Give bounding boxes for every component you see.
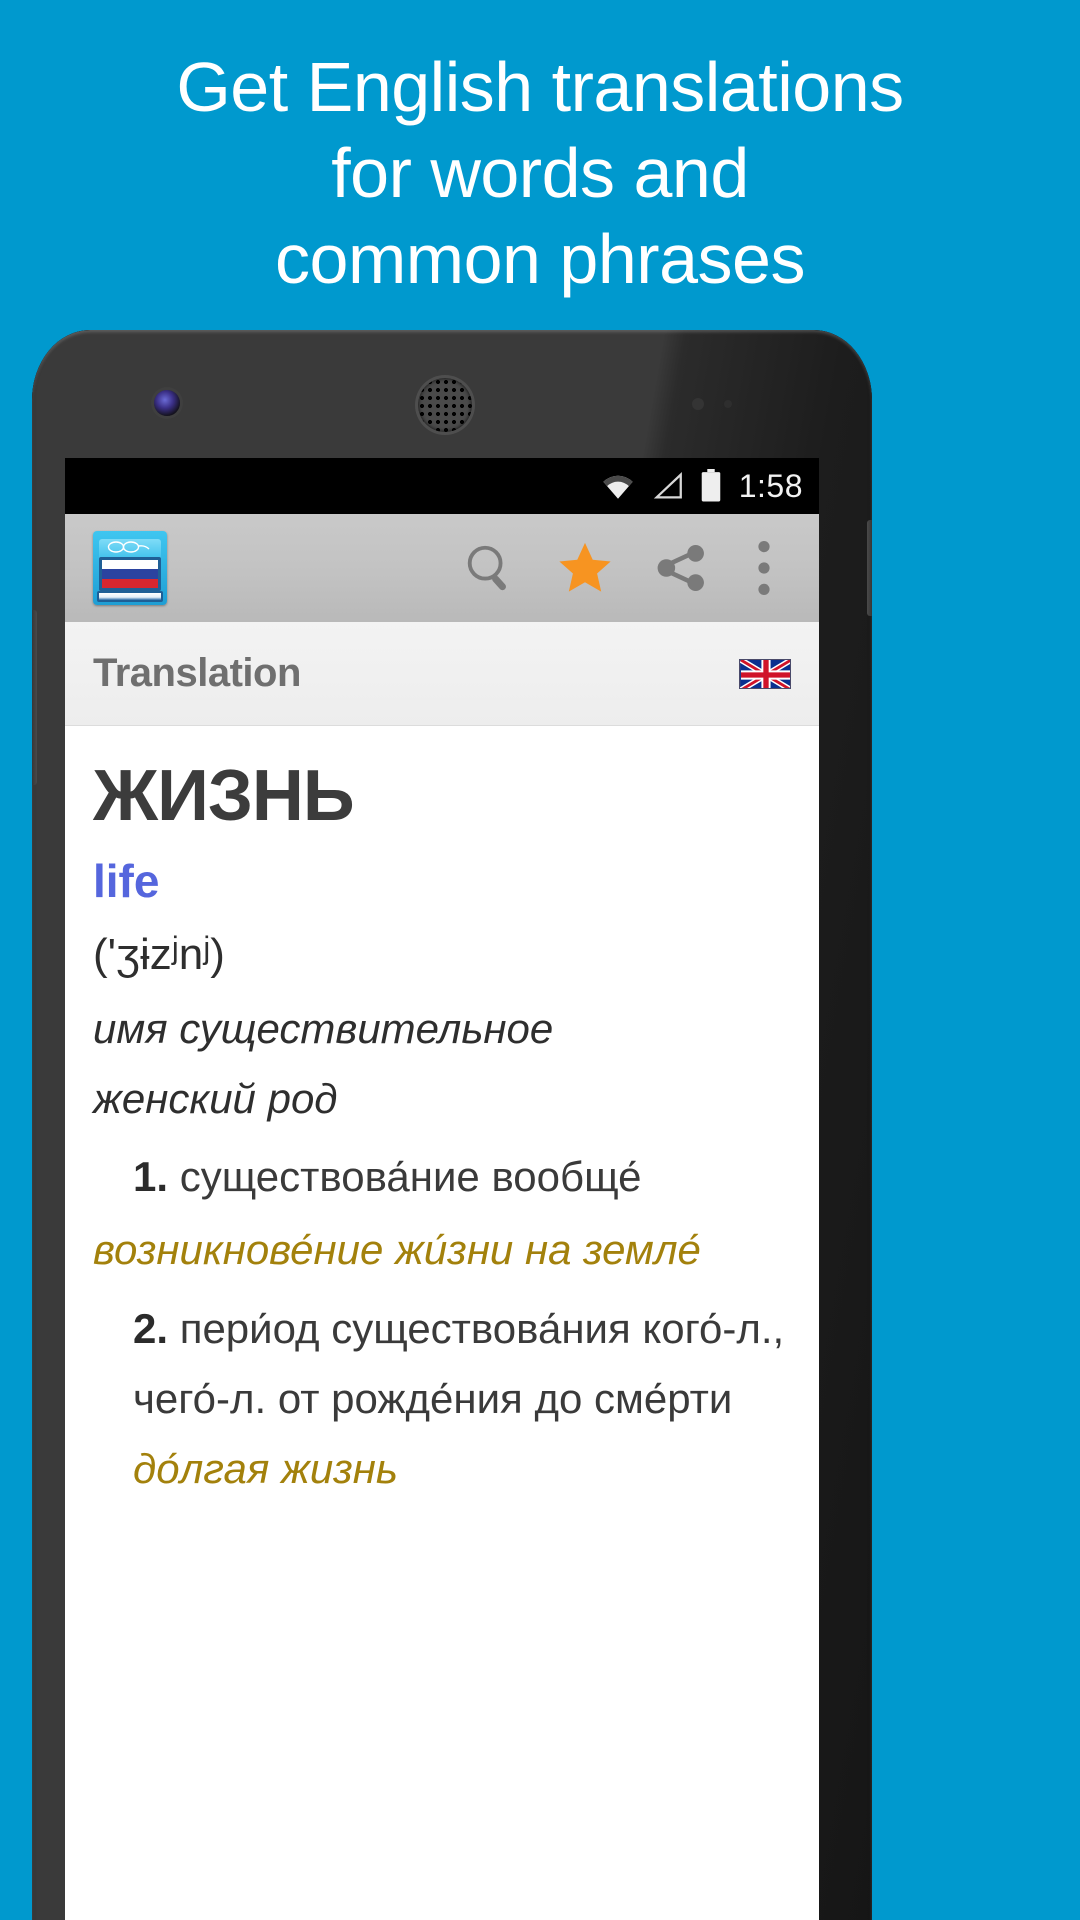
entry-translation[interactable]: life [93,850,791,912]
headline-line-2: for words and [331,134,749,212]
sense-1-definition: существова́ние вообще́ [179,1153,642,1200]
star-icon [559,542,611,592]
headline-line-3: common phrases [275,220,805,298]
promo-headline: Get English translations for words and c… [0,44,1080,302]
phone-device: 1:58 Translation ЖИЗНЬ life ('ʒɨzʲnʲ) им… [32,330,872,1920]
entry-part-of-speech: имя существительное [93,1005,554,1052]
sense-1-example: возникнове́ние жи́зни на земле́ [93,1226,701,1273]
overflow-menu-button[interactable] [729,514,799,622]
light-sensor-icon [724,400,732,408]
status-bar: 1:58 [65,458,819,514]
panel-title: Translation [93,651,301,695]
sense-2-definition: пери́од существова́ния кого́-л., чего́-л… [133,1305,785,1422]
favorite-button[interactable] [537,514,633,622]
sense-1: 1. существова́ние вообще́ [93,1142,791,1212]
toolbar-actions [441,514,799,622]
russian-dictionary-app-icon[interactable] [93,531,167,605]
entry-headword: ЖИЗНЬ [93,756,355,836]
volume-button[interactable] [32,610,37,785]
entry-ipa: ('ʒɨzʲnʲ) [93,930,225,979]
sense-2-number: 2. [133,1305,169,1352]
uk-flag-icon[interactable] [739,658,791,689]
status-bar-clock: 1:58 [738,467,803,504]
union-jack-icon [740,659,790,688]
russian-flag-icon [99,557,161,591]
sense-2-example: до́лгая жизнь [133,1445,398,1492]
cell-signal-icon [653,472,682,499]
front-camera-icon [154,390,180,416]
sense-2: 2. пери́од существова́ния кого́-л., чего… [93,1294,791,1504]
proximity-sensor-icon [692,398,704,410]
phone-screen: 1:58 Translation ЖИЗНЬ life ('ʒɨzʲnʲ) им… [65,458,819,1920]
entry-gender: женский род [93,1075,338,1122]
power-button[interactable] [867,520,872,616]
dictionary-entry: ЖИЗНЬ life ('ʒɨzʲnʲ) имя существительное… [65,726,819,1920]
headline-line-1: Get English translations [176,48,904,126]
app-toolbar [65,514,819,622]
share-icon [657,545,704,591]
sense-1-number: 1. [133,1153,169,1200]
battery-icon [701,469,720,502]
share-button[interactable] [633,514,729,622]
earpiece-speaker-icon [418,378,472,432]
overflow-menu-icon [758,540,770,596]
search-icon [467,545,506,591]
glasses-icon [107,541,150,553]
translation-panel-header: Translation [65,622,819,726]
search-button[interactable] [441,514,537,622]
wifi-icon [603,475,633,499]
status-bar-icons [599,469,723,503]
